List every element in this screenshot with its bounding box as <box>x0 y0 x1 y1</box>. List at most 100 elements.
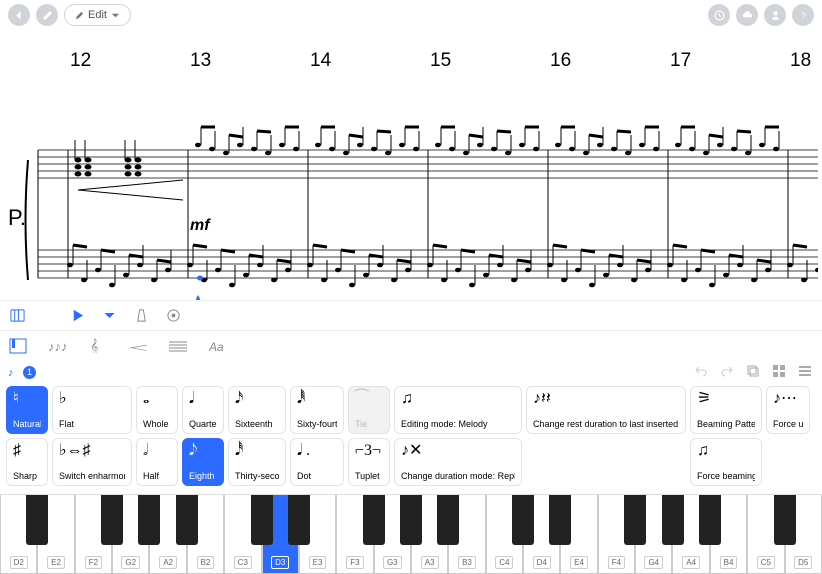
palette-beaming-pattern[interactable]: ⚞Beaming Pattern <box>690 386 762 434</box>
palette-change-rest-duration-to-last-inserted-note[interactable]: ♪𝄽𝄽Change rest duration to last inserted… <box>526 386 686 434</box>
palette-editing-mode-melody[interactable]: ♫Editing mode: Melody <box>394 386 522 434</box>
palette-glyph: 𝅘𝅥𝅱 <box>297 391 337 409</box>
share-button[interactable] <box>764 4 786 26</box>
palette-quarter[interactable]: 𝅘𝅥Quarter <box>182 386 224 434</box>
tab-dynamics[interactable]: 𝆒 <box>128 337 148 355</box>
history-button[interactable] <box>708 4 730 26</box>
notification-badge[interactable]: ♪ 1 <box>8 366 36 379</box>
palette-sixteenth[interactable]: 𝅘𝅥𝅯Sixteenth <box>228 386 286 434</box>
black-key[interactable] <box>251 495 273 545</box>
play-options-dropdown[interactable] <box>100 307 118 325</box>
black-key[interactable] <box>138 495 160 545</box>
cloud-button[interactable] <box>736 4 758 26</box>
palette-glyph: 𝅘𝅥 . <box>297 443 337 461</box>
palette-label: Thirty-second <box>235 472 279 481</box>
palette-label: Half <box>143 472 171 481</box>
measure-number: 15 <box>430 50 550 72</box>
black-key[interactable] <box>363 495 385 545</box>
score-area[interactable]: 12131415161718 P. mf <box>0 30 822 300</box>
palette-label: Dot <box>297 472 337 481</box>
palette-tie: ⁀ Tie <box>348 386 390 434</box>
palette-sixty-fourth[interactable]: 𝅘𝅥𝅱 Sixty-fourth <box>290 386 344 434</box>
palette-natural[interactable]: ♮Natural <box>6 386 48 434</box>
undo-button[interactable] <box>694 364 710 380</box>
palette-label: Force unb <box>773 420 803 429</box>
metronome-button[interactable] <box>132 307 150 325</box>
palette-glyph: ⁀ <box>355 391 383 409</box>
notif-count: 1 <box>23 366 36 379</box>
key-label: C4 <box>495 556 513 569</box>
key-label: D4 <box>533 556 551 569</box>
palette-label: Change duration mode: Replace <box>401 472 515 481</box>
black-key[interactable] <box>176 495 198 545</box>
copy-button[interactable] <box>746 364 762 380</box>
palette-thirty-second[interactable]: 𝅘𝅥𝅰Thirty-second <box>228 438 286 486</box>
palette-change-duration-mode-replace[interactable]: ♪✕Change duration mode: Replace <box>394 438 522 486</box>
tab-articulation[interactable]: ♪♪♪ <box>48 337 68 355</box>
play-button[interactable] <box>68 307 86 325</box>
palette-glyph: ♫ <box>697 443 755 461</box>
key-label: B3 <box>458 556 476 569</box>
palette-half[interactable]: 𝅗𝅥Half <box>136 438 178 486</box>
palette-label: Whole <box>143 420 171 429</box>
help-button[interactable]: ? <box>792 4 814 26</box>
palette-glyph: ♭⇔♯ <box>59 443 125 461</box>
palette-label: Eighth <box>189 472 217 481</box>
tab-note[interactable] <box>8 337 28 355</box>
palette-label: Flat <box>59 420 125 429</box>
palette-eighth[interactable]: 𝅘𝅥𝅮Eighth <box>182 438 224 486</box>
key-label: A4 <box>682 556 700 569</box>
palette-glyph: ♭ <box>59 391 125 409</box>
black-key[interactable] <box>662 495 684 545</box>
edit-pencil-button[interactable] <box>36 4 58 26</box>
black-key[interactable] <box>699 495 721 545</box>
key-label: A3 <box>421 556 439 569</box>
palette-glyph: ⚞ <box>697 391 755 409</box>
key-label: F4 <box>608 556 625 569</box>
instrument-icon[interactable] <box>8 307 26 325</box>
volume-button[interactable] <box>164 307 182 325</box>
grid-button[interactable] <box>772 364 788 380</box>
measure-number: 16 <box>550 50 670 72</box>
palette-label: Tuplet <box>355 472 383 481</box>
palette-flat[interactable]: ♭ Flat <box>52 386 132 434</box>
palette-glyph: ♮ <box>13 391 41 409</box>
palette-dot[interactable]: 𝅘𝅥 . Dot <box>290 438 344 486</box>
black-key[interactable] <box>26 495 48 545</box>
key-label: G4 <box>644 556 663 569</box>
key-label: B4 <box>720 556 738 569</box>
redo-button[interactable] <box>720 364 736 380</box>
black-key[interactable] <box>437 495 459 545</box>
edit-dropdown[interactable]: Edit <box>64 4 131 26</box>
palette-force-unb[interactable]: ♪⋯Force unb <box>766 386 810 434</box>
key-label: D2 <box>10 556 28 569</box>
black-key[interactable] <box>101 495 123 545</box>
back-button[interactable] <box>8 4 30 26</box>
tab-ornament[interactable]: 𝄞 <box>88 337 108 355</box>
palette-sharp[interactable]: ♯Sharp <box>6 438 48 486</box>
palette-label: Switch enharmonic <box>59 472 125 481</box>
palette-glyph: ♯ <box>13 443 41 461</box>
palette-whole[interactable]: 𝅝Whole <box>136 386 178 434</box>
svg-text:♪: ♪ <box>8 367 14 378</box>
black-key[interactable] <box>774 495 796 545</box>
palette-switch-enharmonic[interactable]: ♭⇔♯ Switch enharmonic <box>52 438 132 486</box>
measure-number: 17 <box>670 50 790 72</box>
black-key[interactable] <box>400 495 422 545</box>
palette-label: Sixty-fourth <box>297 420 337 429</box>
tab-measure[interactable] <box>168 337 188 355</box>
edit-label: Edit <box>88 9 107 21</box>
palette-glyph: 𝅘𝅥 <box>189 391 217 409</box>
instrument-label: P. <box>8 205 26 230</box>
black-key[interactable] <box>288 495 310 545</box>
black-key[interactable] <box>624 495 646 545</box>
key-label: C3 <box>234 556 252 569</box>
tab-text[interactable]: Aa <box>208 337 228 355</box>
palette-tuplet[interactable]: ⌐3¬Tuplet <box>348 438 390 486</box>
list-button[interactable] <box>798 364 814 380</box>
black-key[interactable] <box>512 495 534 545</box>
palette-force-beaming[interactable]: ♫Force beaming <box>690 438 762 486</box>
palette-label: Editing mode: Melody <box>401 420 515 429</box>
black-key[interactable] <box>549 495 571 545</box>
palette-label: Tie <box>355 420 383 429</box>
